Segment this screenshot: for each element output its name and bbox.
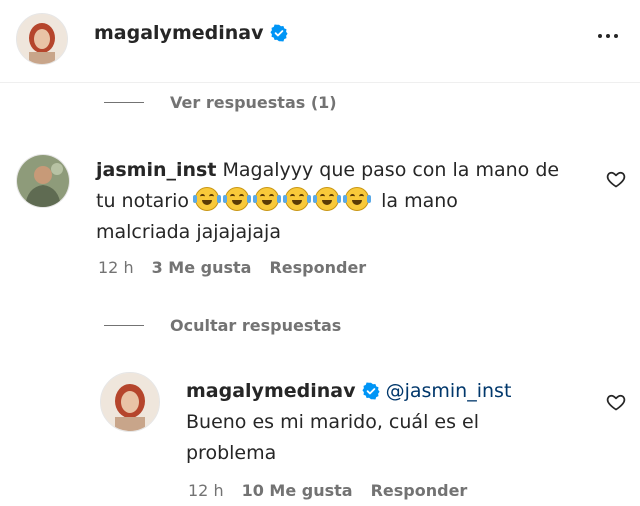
post-header: magalymedinav (0, 0, 640, 80)
comment-username[interactable]: jasmin_inst (96, 159, 216, 181)
laughing-emoji-icon (193, 187, 222, 211)
comment-time: 12 h (98, 258, 134, 277)
more-options-icon[interactable] (598, 34, 618, 38)
reply-reply-button[interactable]: Responder (371, 481, 468, 500)
comment-avatar[interactable] (16, 154, 70, 208)
laughing-emoji-icon (313, 187, 342, 211)
reply-avatar[interactable] (100, 372, 160, 432)
header-divider (0, 82, 640, 83)
hide-replies-button[interactable]: Ocultar respuestas (104, 316, 341, 335)
laughing-emoji-icon (253, 187, 282, 211)
profile-photo-icon (101, 373, 159, 431)
laughing-emoji-icon (343, 187, 372, 211)
hide-replies-label: Ocultar respuestas (170, 316, 342, 335)
header-username[interactable]: magalymedinav (94, 22, 263, 44)
heart-icon[interactable] (606, 392, 626, 412)
view-replies-button[interactable]: Ver respuestas (1) (104, 93, 337, 112)
comment-meta: 12 h 3 Me gusta Responder (98, 258, 366, 277)
reply-line-2: Bueno es mi marido, cuál es el (186, 411, 479, 433)
reply-body: magalymedinav @jasmin_inst Bueno es mi m… (186, 376, 606, 469)
comment-line-2: tu notario la mano (96, 186, 596, 217)
reply-time: 12 h (188, 481, 224, 500)
verified-badge-icon (361, 382, 380, 400)
laughing-emoji-group (193, 187, 381, 212)
reply-meta: 12 h 10 Me gusta Responder (188, 481, 467, 500)
reply-line-3: problema (186, 442, 277, 464)
comment-line-3: malcriada jajajajaja (96, 221, 281, 243)
replies-line (104, 102, 144, 103)
laughing-emoji-icon (283, 187, 312, 211)
replies-line (104, 325, 144, 326)
reply-likes[interactable]: 10 Me gusta (242, 481, 353, 500)
reply-line-1: magalymedinav @jasmin_inst (186, 376, 606, 407)
reply-mention-link[interactable]: @jasmin_inst (386, 380, 512, 402)
comment-reply-button[interactable]: Responder (269, 258, 366, 277)
comment-line-1: jasmin_inst Magalyyy que paso con la man… (96, 159, 560, 181)
comment-likes[interactable]: 3 Me gusta (152, 258, 252, 277)
laughing-emoji-icon (223, 187, 252, 211)
heart-icon[interactable] (606, 169, 626, 189)
header-avatar[interactable] (16, 13, 68, 65)
reply-username[interactable]: magalymedinav (186, 380, 355, 402)
verified-badge-icon (269, 24, 288, 42)
profile-photo-icon (17, 14, 67, 64)
view-replies-label: Ver respuestas (1) (170, 93, 337, 112)
comment-body: jasmin_inst Magalyyy que paso con la man… (96, 155, 596, 248)
profile-photo-icon (17, 155, 69, 207)
